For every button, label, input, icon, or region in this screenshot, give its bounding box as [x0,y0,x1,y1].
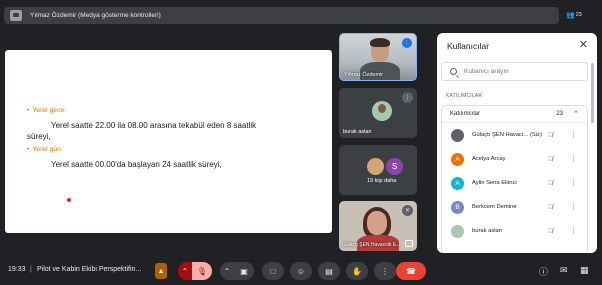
more-options-icon[interactable]: ⋮ [402,92,413,103]
video-tile-participant[interactable]: ⋮ burak aslan [339,88,417,138]
captions-button[interactable]: ▤ [318,262,340,280]
participant-row[interactable]: B Berkcem Demirer 🎙̸ ⋮ [442,195,587,219]
mic-off-icon[interactable]: 🎙̸ [548,180,553,187]
chevron-up-icon[interactable]: ⌃ [178,262,192,280]
separator: | [30,266,32,273]
tile-name: 19 kişi daha [367,178,397,184]
presenter-bar[interactable]: Yılmaz Özdemir (Medya gösterme kontrolle… [4,7,559,24]
more-options-icon[interactable]: ⋮ [570,155,577,163]
mic-off-icon[interactable]: 🎙̸ [548,204,553,211]
avatar: A [451,152,464,166]
participant-row[interactable]: Gülaçtı ŞEN Havacı... (Siz) 🎙̸ ⋮ [442,123,587,147]
participant-row[interactable]: A Acelya Arcay 🎙̸ ⋮ [442,147,587,171]
group-header[interactable]: Katılımcılar 23 ⌃ [442,106,587,123]
more-options-button[interactable]: ⋮ [374,262,396,280]
present-button[interactable]: □ [262,262,284,280]
slide-bullet-1: • Yerel gece: [27,107,67,114]
mic-off-icon: ✕ [402,205,413,216]
avatar [372,101,392,121]
slide-text-2: Yerel saatte 00.00'da başlayan 24 saatli… [51,160,222,169]
avatar: A [451,176,464,190]
participants-badge: 23 [575,12,582,18]
chevron-up-icon[interactable]: ⌃ [220,262,234,280]
more-options-icon[interactable]: ⋮ [570,179,577,187]
search-icon [450,68,457,75]
activity-icon[interactable]: ▲ [155,263,167,279]
participant-row[interactable]: burak aslan 🎙̸ ⋮ [442,219,587,243]
more-options-icon[interactable]: ⋮ [570,227,577,235]
tile-name: burak aslan [343,129,372,135]
participants-group: Katılımcılar 23 ⌃ Gülaçtı ŞEN Havacı... … [441,105,588,253]
presentation-icon [10,10,22,21]
section-label: KATILIMCILAR [446,93,483,99]
info-icon[interactable]: ⓘ [539,265,548,278]
slide-text-1a: Yerel saatte 22.00 ila 08.00 arasına tek… [51,121,257,130]
participant-name: burak aslan [472,228,502,234]
camera-off-button[interactable]: ▣ [234,262,254,280]
search-field[interactable] [441,62,588,81]
group-label: Katılımcılar [450,111,481,117]
scrollbar[interactable] [591,63,594,123]
expand-icon[interactable] [405,240,413,247]
group-count: 23 [556,111,563,117]
mic-off-icon[interactable]: 🎙̸ [548,228,553,235]
people-icon: 👥 [566,12,575,19]
avatar: S [386,158,403,175]
tile-name: Yılmaz Özdemir [344,72,384,78]
panel-title: Kullanıcılar [447,41,490,51]
avatar [367,158,384,175]
search-input[interactable] [464,68,574,75]
avatar: B [451,200,464,214]
participant-name: Berkcem Demirer [472,204,518,210]
video-tile-others[interactable]: S 19 kişi daha [339,145,417,195]
chat-icon[interactable]: ✉ [560,265,568,276]
mic-off-button[interactable]: 🎙 [192,262,212,280]
activities-icon[interactable]: ▦ [580,265,589,276]
slide-text-1b: süreyi, [27,132,51,141]
bullet-dot-icon: • [27,107,30,114]
laser-pointer [67,198,71,202]
presenter-label: Yılmaz Özdemir (Medya gösterme kontrolle… [30,12,161,19]
emoji-button[interactable]: ☺ [290,262,312,280]
shared-presentation: • Yerel gece: Yerel saatte 22.00 ila 08.0… [5,50,332,233]
meeting-title: Pilot ve Kabin Ekibi Perspektifin... [37,266,142,273]
bullet-dot-icon: • [27,146,30,153]
clock: 19:33 [8,266,26,273]
video-tile-presenter[interactable]: ⋮ Yılmaz Özdemir [339,33,417,81]
control-bar: 19:33 | Pilot ve Kabin Ekibi Perspektifi… [0,257,602,285]
chevron-up-icon[interactable]: ⌃ [573,110,579,118]
more-options-icon[interactable]: ⋮ [570,203,577,211]
more-options-icon[interactable]: ⋮ [570,131,577,139]
slide-bullet-2: • Yerel gün: [27,146,63,153]
participants-count-button[interactable]: 👥 23 [566,8,584,22]
participant-name: Gülaçtı ŞEN Havacı... (Siz) [472,132,542,138]
close-icon[interactable]: ✕ [579,38,588,51]
mic-off-icon[interactable]: 🎙̸ [548,156,553,163]
end-call-button[interactable]: ☎ [396,262,426,280]
participant-name: Acelya Arcay [472,156,506,162]
video-tile-self[interactable]: ✕ Gülaçtı ŞEN Havacılık E... [339,201,417,251]
participant-row[interactable]: A Aylin Sena Ekinci 🎙̸ ⋮ [442,171,587,195]
participant-name: Aylin Sena Ekinci [472,180,517,186]
mic-off-icon[interactable]: 🎙̸ [548,132,553,139]
avatar [451,224,464,238]
people-panel: Kullanıcılar ✕ KATILIMCILAR Katılımcılar… [437,33,597,253]
tile-name: Gülaçtı ŞEN Havacılık E... [342,242,401,248]
participants-list: Gülaçtı ŞEN Havacı... (Siz) 🎙̸ ⋮ A Acelya Ar… [442,123,587,243]
speaking-indicator-icon: ⋮ [402,38,412,48]
avatar [451,128,464,142]
raise-hand-button[interactable]: ✋ [346,262,368,280]
